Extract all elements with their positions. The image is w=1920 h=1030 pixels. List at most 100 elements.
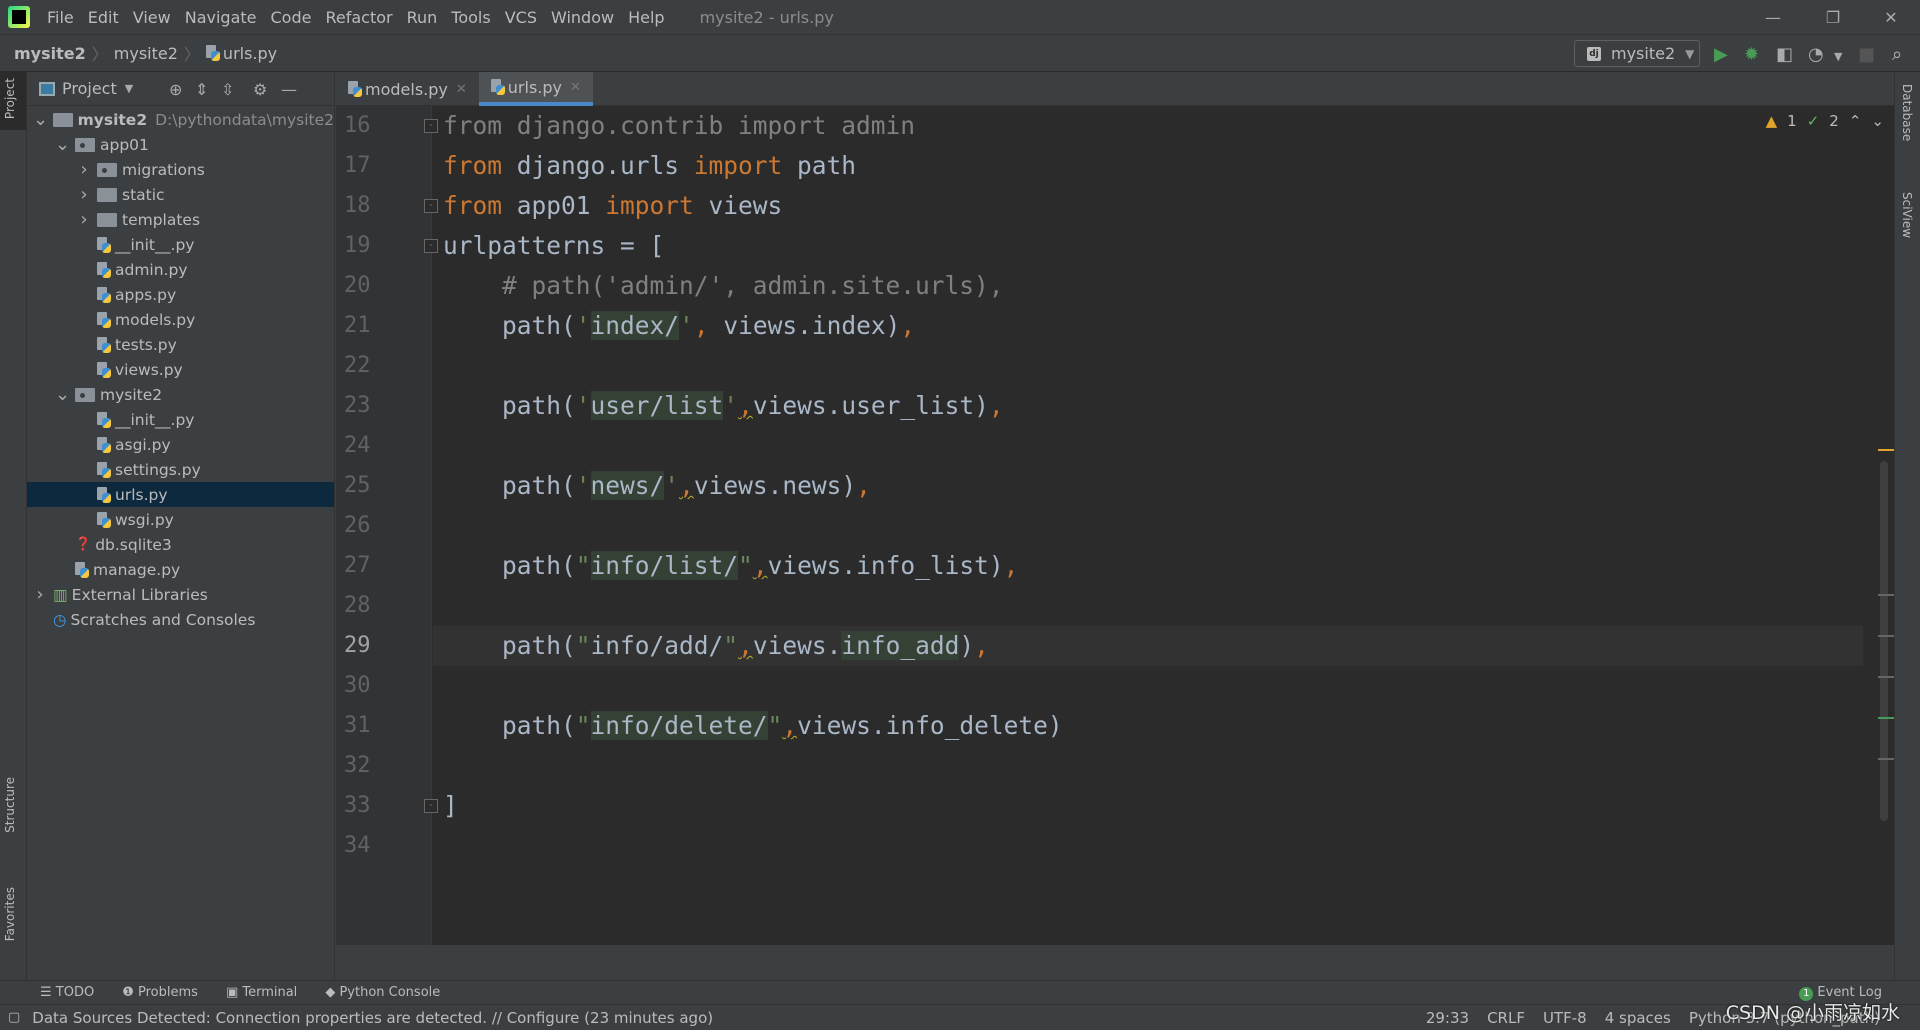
chevron-down-icon[interactable]: ⌄ — [1871, 112, 1884, 130]
close-tab-icon[interactable]: ✕ — [570, 80, 581, 95]
tree-item[interactable]: admin.py — [27, 257, 334, 282]
error-stripe-marker[interactable] — [1878, 676, 1894, 678]
fold-marker-icon[interactable]: - — [424, 239, 438, 253]
tab-urls-py[interactable]: urls.py ✕ — [478, 72, 593, 106]
close-button[interactable]: ✕ — [1868, 0, 1914, 35]
code-line[interactable]: urlpatterns = [ — [443, 226, 1873, 266]
tree-item[interactable]: ◷ Scratches and Consoles — [27, 607, 334, 632]
tree-item[interactable]: ⌄ mysite2 — [27, 382, 334, 407]
tree-item[interactable]: › migrations — [27, 157, 334, 182]
code-line[interactable]: from django.contrib import admin — [443, 106, 1873, 146]
tree-item[interactable]: ⌄ mysite2 D:\pythondata\mysite2 — [27, 107, 334, 132]
tree-item[interactable]: manage.py — [27, 557, 334, 582]
tree-item[interactable]: settings.py — [27, 457, 334, 482]
code-line[interactable]: path("info/delete/",views.info_delete) — [443, 706, 1873, 746]
database-tool-tab[interactable]: Database — [1900, 84, 1914, 141]
caret-position[interactable]: 29:33 — [1426, 1009, 1469, 1027]
python-console-tool-tab[interactable]: ◆ Python Console — [325, 985, 440, 1000]
error-stripe-marker[interactable] — [1878, 635, 1894, 637]
menu-run[interactable]: Run — [400, 8, 445, 27]
tree-item[interactable]: __init__.py — [27, 232, 334, 257]
expand-all-icon[interactable]: ⇕ — [195, 80, 208, 99]
minimize-button[interactable]: — — [1750, 0, 1796, 35]
indent-setting[interactable]: 4 spaces — [1605, 1009, 1671, 1027]
gear-icon[interactable]: ⚙ — [253, 80, 267, 99]
code-line[interactable]: path("info/add/",views.info_add), — [433, 626, 1863, 666]
toggle-tool-windows-icon[interactable]: ▢ — [8, 1010, 20, 1025]
code-line[interactable] — [443, 826, 1873, 866]
file-encoding[interactable]: UTF-8 — [1543, 1009, 1587, 1027]
code-line[interactable]: from app01 import views — [443, 186, 1873, 226]
code-editor[interactable]: 16-17 18-19-20 21 22 23 24 25 26 27 28 29 30 31 32 33-… — [336, 106, 1894, 945]
search-icon[interactable]: ⌕ — [1892, 44, 1902, 65]
code-line[interactable] — [443, 346, 1873, 386]
terminal-tool-tab[interactable]: ▣ Terminal — [226, 985, 297, 1000]
tree-item[interactable]: wsgi.py — [27, 507, 334, 532]
menu-navigate[interactable]: Navigate — [178, 8, 264, 27]
debug-bug-icon[interactable]: ✹ — [1744, 44, 1759, 65]
chevron-right-icon[interactable]: › — [77, 209, 91, 230]
tree-item[interactable]: › templates — [27, 207, 334, 232]
fold-marker-icon[interactable]: - — [424, 799, 438, 813]
tree-item[interactable]: views.py — [27, 357, 334, 382]
chevron-right-icon[interactable]: › — [33, 584, 47, 605]
favorites-tool-tab[interactable]: Favorites — [3, 887, 17, 941]
fold-marker-icon[interactable]: - — [424, 119, 438, 133]
chevron-right-icon[interactable]: › — [77, 184, 91, 205]
collapse-all-icon[interactable]: ⇳ — [221, 80, 234, 99]
code-line[interactable] — [443, 506, 1873, 546]
code-line[interactable] — [443, 426, 1873, 466]
profile-icon[interactable]: ◔ — [1808, 44, 1824, 65]
run-icon[interactable]: ▶ — [1714, 44, 1728, 65]
project-view-dropdown[interactable]: Project — [62, 79, 117, 98]
menu-vcs[interactable]: VCS — [498, 8, 544, 27]
chevron-up-icon[interactable]: ⌃ — [1849, 112, 1862, 130]
run-config-dropdown[interactable]: dj mysite2 ▼ — [1574, 40, 1700, 67]
tree-item[interactable]: ❓ db.sqlite3 — [27, 532, 334, 557]
tree-item[interactable]: models.py — [27, 307, 334, 332]
menu-code[interactable]: Code — [264, 8, 319, 27]
chevron-right-icon[interactable]: › — [77, 159, 91, 180]
chevron-down-icon[interactable]: ⌄ — [33, 109, 48, 130]
inspection-widget[interactable]: ▲ 1 ✓ 2 ⌃ ⌄ — [1766, 112, 1884, 130]
code-line[interactable] — [443, 586, 1873, 626]
change-marker[interactable] — [1878, 717, 1894, 719]
tree-item[interactable]: apps.py — [27, 282, 334, 307]
tree-item[interactable]: › ▥ External Libraries — [27, 582, 334, 607]
menu-file[interactable]: File — [40, 8, 81, 27]
stop-icon[interactable]: ■ — [1858, 44, 1875, 65]
chevron-down-icon[interactable]: ⌄ — [55, 134, 70, 155]
chevron-down-icon[interactable]: ▼ — [125, 82, 133, 95]
tree-item[interactable]: ⌄ app01 — [27, 132, 334, 157]
line-separator[interactable]: CRLF — [1487, 1009, 1525, 1027]
coverage-icon[interactable]: ◧ — [1776, 44, 1793, 65]
menu-edit[interactable]: Edit — [81, 8, 126, 27]
code-line[interactable] — [443, 666, 1873, 706]
breadcrumb-folder[interactable]: mysite2 — [114, 44, 178, 63]
chevron-down-icon[interactable]: ⌄ — [55, 384, 70, 405]
hide-icon[interactable]: — — [281, 80, 297, 99]
sciview-tool-tab[interactable]: SciView — [1900, 192, 1914, 238]
problems-tool-tab[interactable]: ❶ Problems — [122, 985, 198, 1000]
tab-models-py[interactable]: models.py ✕ — [336, 72, 479, 106]
warning-marker[interactable] — [1878, 449, 1894, 451]
tree-item[interactable]: urls.py — [27, 482, 334, 507]
error-stripe-marker[interactable] — [1878, 594, 1894, 596]
close-tab-icon[interactable]: ✕ — [456, 82, 467, 97]
code-line[interactable]: path('user/list',views.user_list), — [443, 386, 1873, 426]
vertical-scrollbar[interactable] — [1880, 461, 1888, 821]
code-line[interactable]: from django.urls import path — [443, 146, 1873, 186]
code-line[interactable]: path("info/list/",views.info_list), — [443, 546, 1873, 586]
status-message[interactable]: Data Sources Detected: Connection proper… — [32, 1009, 713, 1027]
todo-tool-tab[interactable]: ☰ TODO — [40, 985, 94, 1000]
error-stripe-marker[interactable] — [1878, 758, 1894, 760]
menu-help[interactable]: Help — [621, 8, 671, 27]
code-line[interactable]: ] — [443, 786, 1873, 826]
menu-window[interactable]: Window — [544, 8, 621, 27]
breadcrumb-project[interactable]: mysite2 — [14, 44, 86, 63]
code-line[interactable] — [443, 746, 1873, 786]
fold-marker-icon[interactable]: - — [424, 199, 438, 213]
restore-button[interactable]: ❐ — [1810, 0, 1856, 35]
tree-item[interactable]: › static — [27, 182, 334, 207]
menu-tools[interactable]: Tools — [444, 8, 497, 27]
